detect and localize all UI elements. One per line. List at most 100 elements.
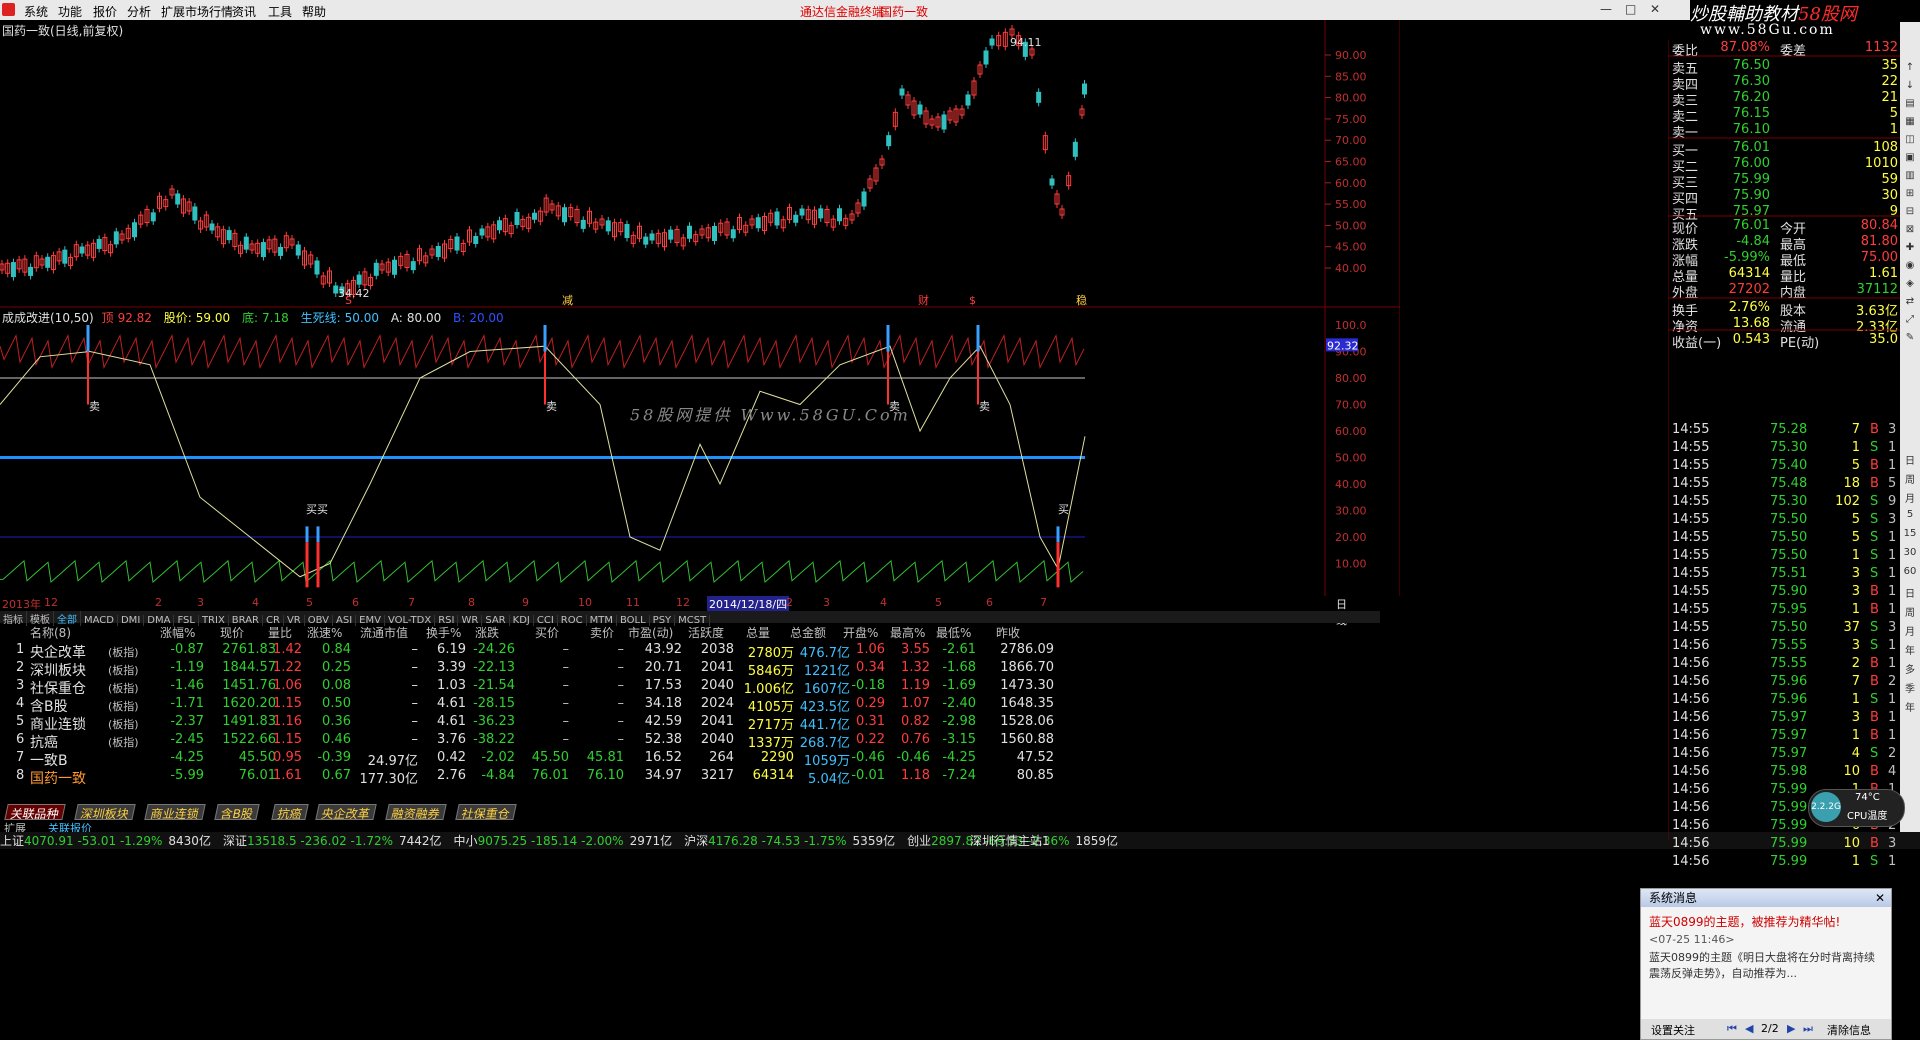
toolbar-icon[interactable]: ⊟ xyxy=(1903,206,1917,220)
tick-volume: 1 xyxy=(1851,854,1860,869)
table-header[interactable]: 最高% xyxy=(890,624,925,641)
bottom-tab[interactable]: 含B股 xyxy=(214,804,260,821)
menu-item-info[interactable]: 资讯 xyxy=(232,3,256,20)
last-page-icon[interactable]: ⏭ xyxy=(1803,1022,1813,1036)
period-button[interactable]: 周 xyxy=(1903,604,1917,619)
follow-settings-button[interactable]: 设置关注 xyxy=(1651,1022,1695,1038)
toolbar-icon[interactable]: ◉ xyxy=(1903,260,1917,274)
toolbar-icon[interactable]: ⊠ xyxy=(1903,224,1917,238)
price-tick-label: 85.00 xyxy=(1335,70,1367,83)
period-button[interactable]: 15 xyxy=(1903,528,1917,542)
table-header[interactable]: 市盈(动) xyxy=(628,624,673,641)
maximize-icon[interactable]: □ xyxy=(1625,2,1636,16)
toolbar-icon[interactable]: ◈ xyxy=(1903,278,1917,292)
toolbar-icon[interactable]: ↑ xyxy=(1903,62,1917,76)
index-status[interactable]: 中小9075.25 -185.14 -2.00% 2971亿 xyxy=(454,834,679,848)
kline-chart-panel[interactable]: 90.00 85.00 80.00 75.00 70.00 65.00 60.00 55.00… xyxy=(0,20,1400,596)
menu-item-ext-market[interactable]: 扩展市场行情 xyxy=(161,3,233,20)
menu-item-analysis[interactable]: 分析 xyxy=(127,3,151,20)
table-cell-name[interactable]: 深圳板块 xyxy=(30,660,86,680)
table-header[interactable]: 量比 xyxy=(268,624,292,641)
period-button[interactable]: 60 xyxy=(1903,566,1917,580)
table-header[interactable]: 涨幅% xyxy=(160,624,195,641)
table-header[interactable]: 买价 xyxy=(535,624,559,641)
period-button[interactable]: 年 xyxy=(1903,642,1917,657)
bottom-tab[interactable]: 深圳板块 xyxy=(74,804,136,821)
period-button[interactable]: 日 xyxy=(1903,452,1917,467)
table-cell-chg: -2.37 xyxy=(170,714,204,729)
period-button[interactable]: 5 xyxy=(1903,509,1917,523)
index-status[interactable]: 深证13518.5 -236.02 -1.72% 7442亿 xyxy=(223,834,448,848)
table-cell-name[interactable]: 央企改革 xyxy=(30,642,86,662)
menu-item-quote[interactable]: 报价 xyxy=(93,3,117,20)
table-header[interactable]: 开盘% xyxy=(843,624,878,641)
table-header[interactable]: 涨速% xyxy=(307,624,342,641)
menu-item-function[interactable]: 功能 xyxy=(58,3,82,20)
table-header[interactable]: 卖价 xyxy=(590,624,614,641)
toolbar-icon[interactable]: ⇄ xyxy=(1903,296,1917,310)
close-icon[interactable]: ✕ xyxy=(1650,2,1660,16)
bottom-tab[interactable]: 融资融券 xyxy=(385,804,447,821)
prev-page-icon[interactable]: ◀ xyxy=(1745,1022,1753,1035)
bottom-tab[interactable]: 抗癌 xyxy=(271,804,309,821)
row-tag: (板指) xyxy=(108,682,139,695)
close-icon[interactable]: ✕ xyxy=(1875,889,1885,907)
table-cell-bid: – xyxy=(562,714,570,729)
table-header[interactable]: 现价 xyxy=(220,624,244,641)
next-page-icon[interactable]: ▶ xyxy=(1787,1022,1795,1035)
period-button[interactable]: 周 xyxy=(1903,471,1917,486)
table-header[interactable]: 涨跌 xyxy=(475,624,499,641)
table-cell-name[interactable]: 国药一致 xyxy=(30,768,86,788)
bottom-tab[interactable]: 商业连锁 xyxy=(144,804,206,821)
period-button[interactable]: 季 xyxy=(1903,680,1917,695)
toolbar-icon[interactable]: ⊞ xyxy=(1903,188,1917,202)
toolbar-icon[interactable]: ▣ xyxy=(1903,152,1917,166)
table-header[interactable]: 换手% xyxy=(426,624,461,641)
period-button[interactable]: 30 xyxy=(1903,547,1917,561)
menu-item-help[interactable]: 帮助 xyxy=(302,3,326,20)
table-cell-name[interactable]: 抗癌 xyxy=(30,732,58,752)
toolbar-icon[interactable]: ✚ xyxy=(1903,242,1917,256)
table-header[interactable]: 总量 xyxy=(746,624,770,641)
table-cell-bid: – xyxy=(562,678,570,693)
period-button[interactable]: 日 xyxy=(1903,585,1917,600)
table-cell-name[interactable]: 社保重仓 xyxy=(30,678,86,698)
index-status[interactable]: 上证4070.91 -53.01 -1.29% 8430亿 xyxy=(0,834,217,848)
index-value: 4070.91 -53.01 -1.29% xyxy=(24,834,163,848)
period-button[interactable]: 多 xyxy=(1903,661,1917,676)
table-cell-act: 2040 xyxy=(700,678,734,693)
table-cell-name[interactable]: 商业连锁 xyxy=(30,714,86,734)
toolbar-icon[interactable]: ⤢ xyxy=(1903,314,1917,328)
index-status[interactable]: 沪深4176.28 -74.53 -1.75% 5359亿 xyxy=(684,834,901,848)
row-index: 4 xyxy=(16,696,25,711)
table-cell-prev: 1528.06 xyxy=(1000,714,1054,729)
bottom-tab[interactable]: 社保重仓 xyxy=(455,804,517,821)
minimize-icon[interactable]: — xyxy=(1600,2,1612,16)
table-header[interactable]: 名称(8) xyxy=(30,624,71,641)
toolbar-icon[interactable]: ↓ xyxy=(1903,80,1917,94)
clear-messages-button[interactable]: 清除信息 xyxy=(1827,1022,1871,1038)
table-header[interactable]: 总金额 xyxy=(790,624,826,641)
period-button[interactable]: 年 xyxy=(1903,699,1917,714)
toolbar-icon[interactable]: ▤ xyxy=(1903,98,1917,112)
table-cell-name[interactable]: 含B股 xyxy=(30,696,68,716)
toolbar-icon[interactable]: ◫ xyxy=(1903,134,1917,148)
bottom-tab[interactable]: 关联品种 xyxy=(4,804,66,821)
table-header[interactable]: 流通市值 xyxy=(360,624,408,641)
menu-item-system[interactable]: 系统 xyxy=(24,3,48,20)
toolbar-icon[interactable]: ▥ xyxy=(1903,170,1917,184)
table-header[interactable]: 活跃度 xyxy=(688,624,724,641)
toolbar-icon[interactable]: ✎ xyxy=(1903,332,1917,346)
menu-item-tools[interactable]: 工具 xyxy=(268,3,292,20)
period-button[interactable]: 月 xyxy=(1903,623,1917,638)
system-message-headline[interactable]: 蓝天0899的主题，被推荐为精华帖! xyxy=(1649,913,1883,930)
table-header[interactable]: 昨收 xyxy=(996,624,1020,641)
period-button[interactable]: 月 xyxy=(1903,490,1917,505)
table-cell-high: 1.32 xyxy=(901,660,930,675)
first-page-icon[interactable]: ⏮ xyxy=(1727,1022,1737,1036)
table-cell-name[interactable]: 一致B xyxy=(30,750,68,770)
row-index: 1 xyxy=(16,642,25,657)
toolbar-icon[interactable]: ▦ xyxy=(1903,116,1917,130)
bottom-tab[interactable]: 央企改革 xyxy=(315,804,377,821)
table-header[interactable]: 最低% xyxy=(936,624,971,641)
